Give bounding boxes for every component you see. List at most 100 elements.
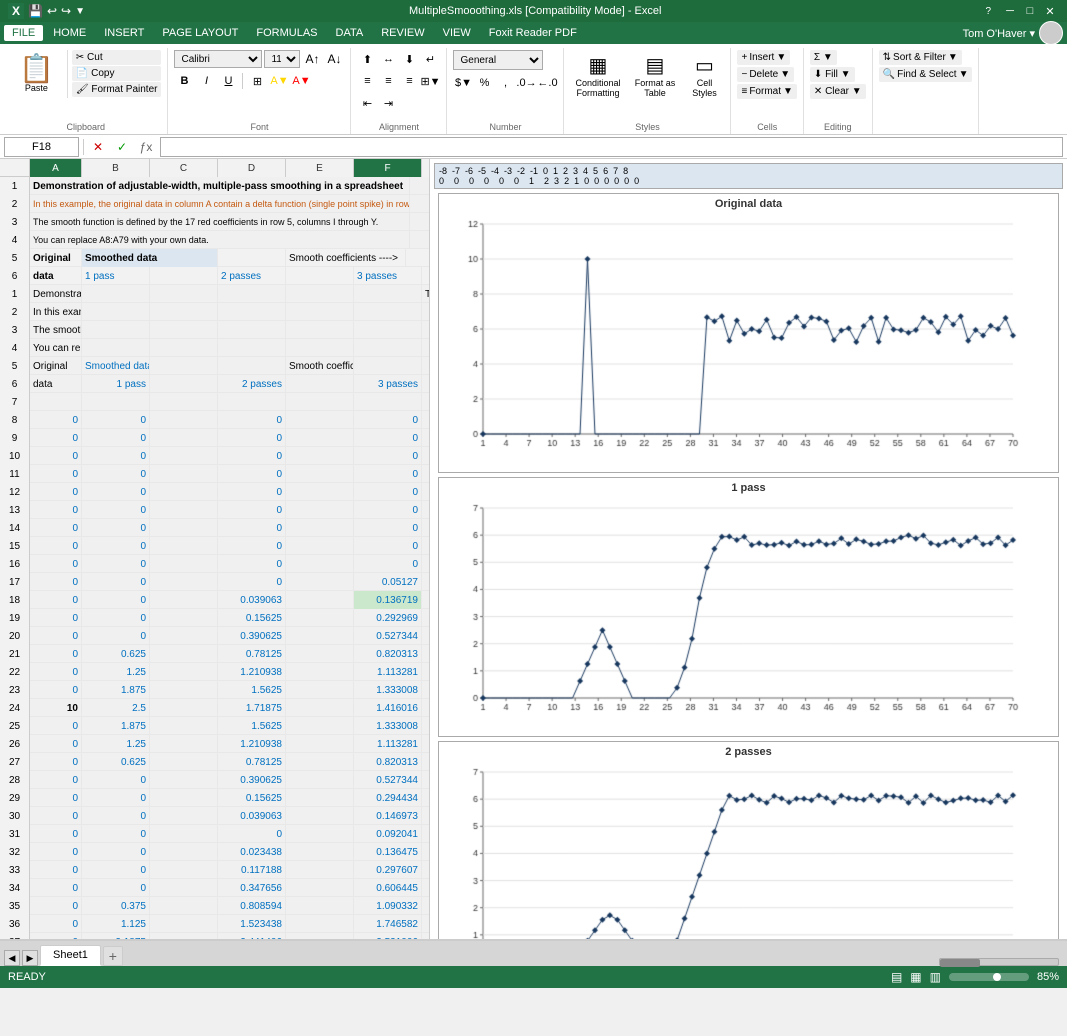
cell-row24-col0[interactable]: 10 bbox=[30, 699, 82, 717]
cell-row10-col6[interactable] bbox=[422, 447, 429, 465]
menu-formulas[interactable]: FORMULAS bbox=[248, 25, 325, 41]
cell-row20-col6[interactable] bbox=[422, 627, 429, 645]
cell-row16-col0[interactable]: 0 bbox=[30, 555, 82, 573]
cell-row32-col5[interactable]: 0.136475 bbox=[354, 843, 422, 861]
cell-row16-col4[interactable] bbox=[286, 555, 354, 573]
cell-row29-col6[interactable] bbox=[422, 789, 429, 807]
cell-row19-col1[interactable]: 0 bbox=[82, 609, 150, 627]
conditional-formatting-button[interactable]: ▦ Conditional Formatting bbox=[570, 50, 625, 101]
cell-row8-col1[interactable]: 0 bbox=[82, 411, 150, 429]
cell-row3-col4[interactable] bbox=[286, 321, 354, 339]
cell-row6-col1[interactable]: 1 pass bbox=[82, 375, 150, 393]
enter-formula-button[interactable]: ✓ bbox=[112, 137, 132, 157]
cell-row4-col6[interactable] bbox=[422, 339, 429, 357]
cell-row28-col1[interactable]: 0 bbox=[82, 771, 150, 789]
cell-B5[interactable]: Smoothed data bbox=[82, 249, 218, 267]
cell-row19-col2[interactable] bbox=[150, 609, 218, 627]
cell-row7-col5[interactable] bbox=[354, 393, 422, 411]
font-size-select[interactable]: 11 bbox=[264, 50, 300, 68]
cell-row35-col1[interactable]: 0.375 bbox=[82, 897, 150, 915]
insert-cells-button[interactable]: + Insert ▼ bbox=[737, 50, 790, 65]
menu-insert[interactable]: INSERT bbox=[96, 25, 152, 41]
cell-row2-col0[interactable]: In this example, the original data in co… bbox=[30, 303, 82, 321]
cell-row26-col2[interactable] bbox=[150, 735, 218, 753]
name-box[interactable] bbox=[4, 137, 79, 157]
cell-row15-col2[interactable] bbox=[150, 537, 218, 555]
cell-row31-col5[interactable]: 0.092041 bbox=[354, 825, 422, 843]
cell-row4-col4[interactable] bbox=[286, 339, 354, 357]
cell-row7-col2[interactable] bbox=[150, 393, 218, 411]
normal-view-button[interactable]: ▤ bbox=[891, 970, 902, 984]
cell-styles-button[interactable]: ▭ Cell Styles bbox=[684, 50, 724, 101]
col-header-F[interactable]: F bbox=[354, 159, 422, 177]
help-icon[interactable]: ? bbox=[985, 6, 991, 17]
cell-row8-col6[interactable] bbox=[422, 411, 429, 429]
cell-row25-col0[interactable]: 0 bbox=[30, 717, 82, 735]
cell-row2-col1[interactable] bbox=[82, 303, 150, 321]
cell-F6[interactable]: 3 passes bbox=[354, 267, 422, 285]
cell-row31-col1[interactable]: 0 bbox=[82, 825, 150, 843]
cell-row19-col3[interactable]: 0.15625 bbox=[218, 609, 286, 627]
cell-row28-col3[interactable]: 0.390625 bbox=[218, 771, 286, 789]
cell-row25-col6[interactable] bbox=[422, 717, 429, 735]
cell-row30-col3[interactable]: 0.039063 bbox=[218, 807, 286, 825]
cell-row32-col0[interactable]: 0 bbox=[30, 843, 82, 861]
cell-row6-col0[interactable]: data bbox=[30, 375, 82, 393]
cell-row33-col4[interactable] bbox=[286, 861, 354, 879]
cell-row37-col2[interactable] bbox=[150, 933, 218, 939]
cell-row29-col4[interactable] bbox=[286, 789, 354, 807]
cell-row26-col3[interactable]: 1.210938 bbox=[218, 735, 286, 753]
insert-function-button[interactable]: ƒx bbox=[136, 137, 156, 157]
menu-foxit[interactable]: Foxit Reader PDF bbox=[481, 25, 585, 41]
cell-row10-col4[interactable] bbox=[286, 447, 354, 465]
cell-row24-col1[interactable]: 2.5 bbox=[82, 699, 150, 717]
customize-qa[interactable]: ▼ bbox=[75, 6, 85, 17]
delete-cells-button[interactable]: − Delete ▼ bbox=[737, 67, 794, 82]
cell-row22-col0[interactable]: 0 bbox=[30, 663, 82, 681]
cell-row7-col1[interactable] bbox=[82, 393, 150, 411]
col-header-C[interactable]: C bbox=[150, 159, 218, 177]
cell-row9-col4[interactable] bbox=[286, 429, 354, 447]
cell-row22-col5[interactable]: 1.113281 bbox=[354, 663, 422, 681]
cell-row2-col6[interactable] bbox=[422, 303, 429, 321]
cell-row28-col5[interactable]: 0.527344 bbox=[354, 771, 422, 789]
cell-row30-col4[interactable] bbox=[286, 807, 354, 825]
cell-row19-col0[interactable]: 0 bbox=[30, 609, 82, 627]
cell-row18-col6[interactable] bbox=[422, 591, 429, 609]
font-family-select[interactable]: Calibri bbox=[174, 50, 262, 68]
tab-scrollbar-track[interactable] bbox=[939, 958, 1059, 966]
cell-row33-col5[interactable]: 0.297607 bbox=[354, 861, 422, 879]
cell-row36-col6[interactable] bbox=[422, 915, 429, 933]
cell-row17-col2[interactable] bbox=[150, 573, 218, 591]
decrease-decimal-button[interactable]: ←.0 bbox=[537, 74, 557, 92]
cell-row33-col2[interactable] bbox=[150, 861, 218, 879]
cell-row5-col1[interactable]: Smoothed data bbox=[82, 357, 150, 375]
cell-row2-col2[interactable] bbox=[150, 303, 218, 321]
fill-color-button[interactable]: A▼ bbox=[269, 72, 289, 90]
sheet-tab-sheet1[interactable]: Sheet1 bbox=[40, 945, 101, 966]
cell-row21-col5[interactable]: 0.820313 bbox=[354, 645, 422, 663]
menu-page-layout[interactable]: PAGE LAYOUT bbox=[154, 25, 246, 41]
cell-row3-col6[interactable] bbox=[422, 321, 429, 339]
cell-row14-col0[interactable]: 0 bbox=[30, 519, 82, 537]
wrap-text-button[interactable]: ↵ bbox=[420, 50, 440, 68]
number-format-select[interactable]: General bbox=[453, 50, 543, 70]
cell-row20-col1[interactable]: 0 bbox=[82, 627, 150, 645]
cell-row4-col3[interactable] bbox=[218, 339, 286, 357]
cell-row36-col2[interactable] bbox=[150, 915, 218, 933]
cell-row22-col2[interactable] bbox=[150, 663, 218, 681]
cell-row20-col0[interactable]: 0 bbox=[30, 627, 82, 645]
align-right-button[interactable]: ≡ bbox=[399, 72, 419, 90]
cell-row24-col4[interactable] bbox=[286, 699, 354, 717]
cell-row8-col2[interactable] bbox=[150, 411, 218, 429]
autosum-button[interactable]: Σ ▼ bbox=[810, 50, 837, 65]
cell-row31-col6[interactable] bbox=[422, 825, 429, 843]
page-break-view-button[interactable]: ▥ bbox=[930, 970, 941, 984]
cell-row30-col0[interactable]: 0 bbox=[30, 807, 82, 825]
merge-cells-button[interactable]: ⊞▼ bbox=[420, 72, 440, 90]
cell-row25-col1[interactable]: 1.875 bbox=[82, 717, 150, 735]
add-sheet-button[interactable]: + bbox=[103, 946, 123, 966]
cell-row20-col3[interactable]: 0.390625 bbox=[218, 627, 286, 645]
cell-row18-col2[interactable] bbox=[150, 591, 218, 609]
cell-row23-col4[interactable] bbox=[286, 681, 354, 699]
